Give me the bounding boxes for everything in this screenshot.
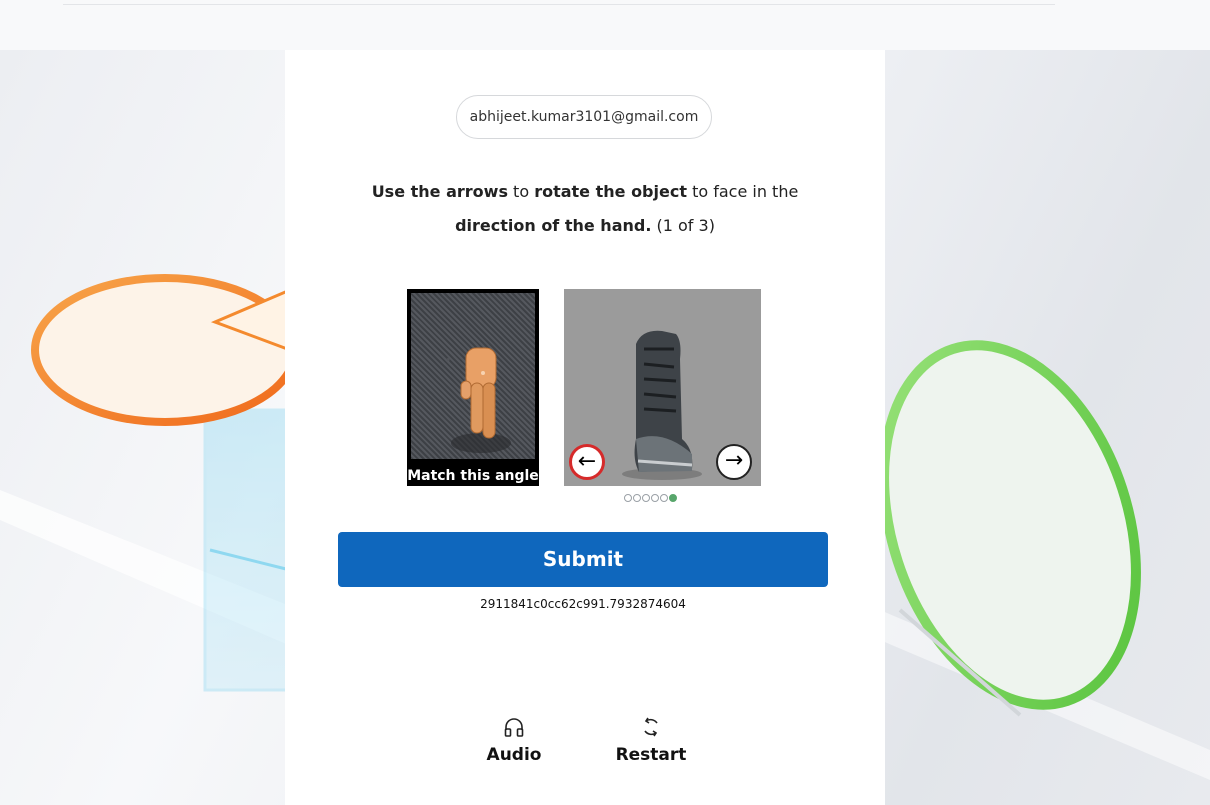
instruction-bold-1: Use the arrows: [371, 182, 508, 201]
rotate-left-button[interactable]: ←: [569, 444, 605, 480]
session-id-text: 2911841c0cc62c991.7932874604: [480, 597, 686, 611]
pointing-hand-icon: [451, 347, 511, 453]
submit-button[interactable]: Submit: [338, 532, 828, 587]
top-bar: [0, 0, 1210, 50]
position-dot-active: [669, 494, 677, 502]
top-divider: [63, 4, 1055, 5]
restart-button[interactable]: Restart: [611, 715, 691, 765]
rotate-right-button[interactable]: →: [716, 444, 752, 480]
instruction-text-4: to face in the: [686, 182, 799, 201]
position-dot: [660, 494, 668, 502]
position-dot: [651, 494, 659, 502]
position-indicator: [624, 494, 677, 504]
reference-hand-image: Match this angle: [407, 289, 539, 486]
match-angle-label: Match this angle: [407, 468, 539, 484]
position-dot: [624, 494, 632, 502]
audio-label: Audio: [486, 745, 542, 765]
account-email-pill[interactable]: abhijeet.kumar3101@gmail.com: [456, 95, 712, 139]
hand-picture: [411, 293, 535, 459]
instruction-text: Use the arrows to rotate the object to f…: [325, 175, 845, 243]
captcha-card: abhijeet.kumar3101@gmail.com Use the arr…: [285, 50, 885, 805]
instruction-progress: (1 of 3): [651, 216, 715, 235]
instruction-bold-5: direction of the hand.: [455, 216, 652, 235]
position-dot: [642, 494, 650, 502]
audio-button[interactable]: Audio: [474, 715, 554, 765]
instruction-bold-3: rotate the object: [534, 182, 687, 201]
refresh-icon: [644, 717, 658, 737]
rotatable-object-viewer[interactable]: ← →: [564, 289, 761, 486]
restart-label: Restart: [615, 745, 687, 765]
instruction-text-2: to: [507, 182, 535, 201]
headphones-icon: [504, 718, 524, 737]
position-dot: [633, 494, 641, 502]
